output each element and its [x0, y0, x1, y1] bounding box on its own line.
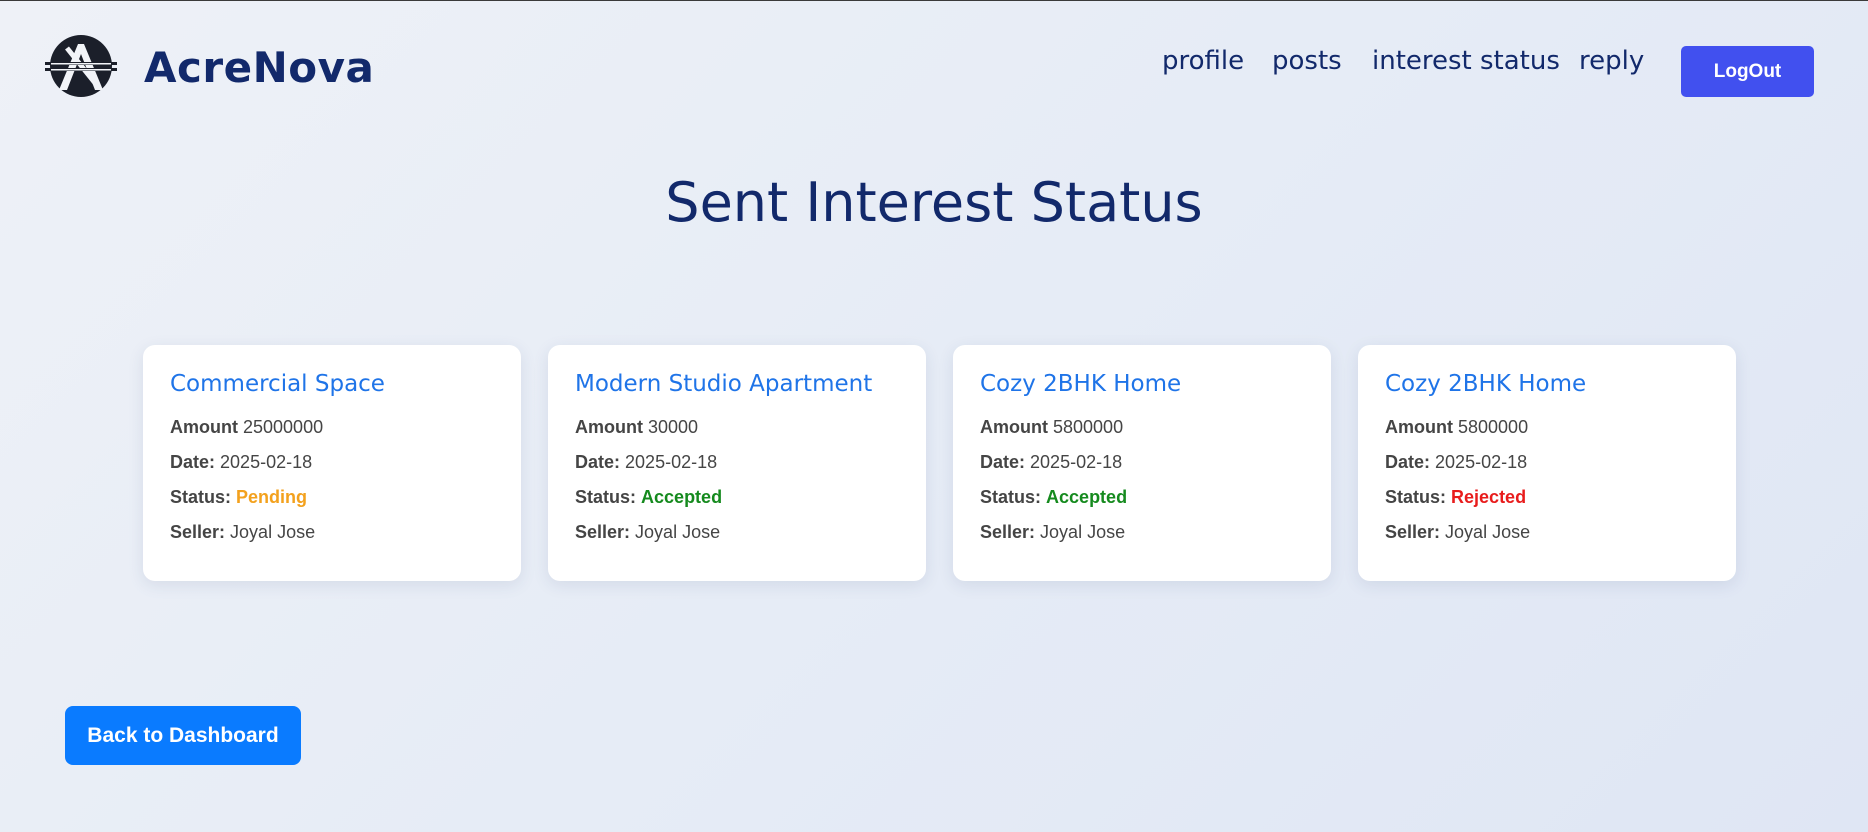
seller-row: Seller: Joyal Jose	[170, 515, 494, 550]
property-title: Commercial Space	[170, 371, 385, 397]
date-label: Date:	[1385, 452, 1431, 472]
amount-value: 5800000	[1053, 417, 1124, 437]
amount-value: 30000	[648, 417, 699, 437]
brand-name[interactable]: AcreNova	[144, 43, 374, 92]
amount-value: 5800000	[1458, 417, 1529, 437]
status-label: Status:	[980, 487, 1042, 507]
date-row: Date: 2025-02-18	[170, 445, 494, 480]
interest-card: Cozy 2BHK Home Amount 5800000 Date: 2025…	[1358, 345, 1736, 581]
seller-label: Seller:	[170, 522, 226, 542]
seller-row: Seller: Joyal Jose	[1385, 515, 1709, 550]
status-label: Status:	[575, 487, 637, 507]
seller-row: Seller: Joyal Jose	[980, 515, 1304, 550]
date-value: 2025-02-18	[625, 452, 718, 472]
date-label: Date:	[170, 452, 216, 472]
seller-value: Joyal Jose	[1040, 522, 1126, 542]
nav-reply[interactable]: reply	[1579, 46, 1644, 76]
status-badge: Accepted	[1046, 487, 1128, 507]
acrenova-logo-icon[interactable]	[45, 34, 117, 98]
seller-label: Seller:	[1385, 522, 1441, 542]
page-title: Sent Interest Status	[665, 171, 1203, 234]
property-title: Cozy 2BHK Home	[980, 371, 1182, 397]
date-row: Date: 2025-02-18	[980, 445, 1304, 480]
interest-card: Cozy 2BHK Home Amount 5800000 Date: 2025…	[953, 345, 1331, 581]
amount-row: Amount 5800000	[1385, 410, 1709, 445]
date-value: 2025-02-18	[220, 452, 313, 472]
interest-card: Modern Studio Apartment Amount 30000 Dat…	[548, 345, 926, 581]
amount-label: Amount	[575, 417, 643, 437]
amount-value: 25000000	[243, 417, 324, 437]
amount-label: Amount	[980, 417, 1048, 437]
date-label: Date:	[575, 452, 621, 472]
seller-label: Seller:	[575, 522, 631, 542]
interest-card: Commercial Space Amount 25000000 Date: 2…	[143, 345, 521, 581]
date-label: Date:	[980, 452, 1026, 472]
status-badge: Rejected	[1451, 487, 1527, 507]
amount-row: Amount 5800000	[980, 410, 1304, 445]
property-title: Cozy 2BHK Home	[1385, 371, 1587, 397]
nav-profile[interactable]: profile	[1162, 46, 1244, 76]
seller-value: Joyal Jose	[230, 522, 316, 542]
status-label: Status:	[170, 487, 232, 507]
seller-row: Seller: Joyal Jose	[575, 515, 899, 550]
status-row: Status: Pending	[170, 480, 494, 515]
status-badge: Accepted	[641, 487, 723, 507]
amount-label: Amount	[1385, 417, 1453, 437]
seller-value: Joyal Jose	[1445, 522, 1531, 542]
seller-label: Seller:	[980, 522, 1036, 542]
top-navbar: AcreNova profile posts interest status r…	[0, 1, 1868, 141]
property-title: Modern Studio Apartment	[575, 371, 873, 397]
date-row: Date: 2025-02-18	[1385, 445, 1709, 480]
date-row: Date: 2025-02-18	[575, 445, 899, 480]
date-value: 2025-02-18	[1030, 452, 1123, 472]
amount-row: Amount 30000	[575, 410, 899, 445]
amount-row: Amount 25000000	[170, 410, 494, 445]
logout-button[interactable]: LogOut	[1681, 46, 1814, 97]
amount-label: Amount	[170, 417, 238, 437]
seller-value: Joyal Jose	[635, 522, 721, 542]
status-row: Status: Rejected	[1385, 480, 1709, 515]
status-row: Status: Accepted	[575, 480, 899, 515]
status-badge: Pending	[236, 487, 308, 507]
status-label: Status:	[1385, 487, 1447, 507]
nav-interest-status[interactable]: interest status	[1372, 46, 1560, 76]
status-row: Status: Accepted	[980, 480, 1304, 515]
date-value: 2025-02-18	[1435, 452, 1528, 472]
nav-posts[interactable]: posts	[1272, 46, 1342, 76]
back-to-dashboard-button[interactable]: Back to Dashboard	[65, 706, 301, 765]
